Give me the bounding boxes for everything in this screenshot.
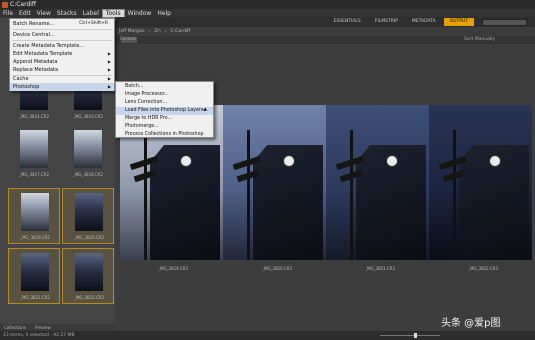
menu-stacks[interactable]: Stacks: [54, 9, 80, 18]
menu-item-device-central[interactable]: Device Central...: [10, 31, 114, 39]
submenu-item-lens-correction[interactable]: Lens Correction...: [116, 99, 213, 107]
submenu-item-photomerge[interactable]: Photomerge...: [116, 123, 213, 131]
preview-caption: _MG_3821.CR2: [365, 266, 396, 271]
search-input[interactable]: [482, 18, 527, 26]
thumbnail-caption: _MG_3816.CR2: [72, 114, 104, 119]
menu-item-create-metadata-template[interactable]: Create Metadata Template...: [10, 42, 114, 50]
menu-view[interactable]: View: [34, 9, 54, 18]
tab-preview[interactable]: Preview: [31, 325, 55, 330]
thumbnail-caption: _MG_3820.CR2: [73, 235, 105, 240]
submenu-item-process-collections[interactable]: Process Collections in Photoshop: [116, 131, 213, 139]
submenu-arrow-icon: ▶: [107, 67, 111, 72]
window-title: C:Cardiff: [10, 1, 37, 8]
thumbnail-image: [75, 193, 103, 231]
workspace-output-tab[interactable]: OUTPUT: [443, 18, 474, 26]
preview-photo[interactable]: [223, 105, 326, 260]
breadcrumb-3[interactable]: C:Cardiff: [171, 29, 191, 34]
signpost-shape: [144, 130, 147, 260]
thumbnail-image: [74, 130, 102, 168]
thumbnail-caption: _MG_3819.CR2: [19, 235, 51, 240]
signpost-shape: [350, 130, 353, 260]
clock-shape: [386, 155, 398, 167]
thumbnail-caption: _MG_3821.CR2: [19, 295, 51, 300]
thumbnail-image: [75, 253, 103, 291]
menu-edit[interactable]: Edit: [16, 9, 34, 18]
photoshop-submenu: Batch... Image Processor... Lens Correct…: [115, 81, 214, 138]
workspace-filmstrip-tab[interactable]: FILMSTRIP: [369, 18, 404, 26]
clock-shape: [180, 155, 192, 167]
preview-caption: _MG_3820.CR2: [262, 266, 293, 271]
sort-dropdown[interactable]: Sort Manually: [464, 37, 495, 42]
menu-item-append-metadata[interactable]: Append Metadata ▶: [10, 58, 114, 66]
submenu-item-merge-to-hdr[interactable]: Merge to HDR Pro...: [116, 115, 213, 123]
thumbnail[interactable]: _MG_3818.CR2: [62, 126, 114, 182]
menu-separator: [12, 29, 112, 30]
bridge-app-icon: [2, 2, 8, 8]
preview-caption: _MG_3819.CR2: [158, 266, 189, 271]
submenu-arrow-icon: ▶: [107, 51, 111, 56]
menu-separator: [12, 40, 112, 41]
menu-item-cache[interactable]: Cache ▶: [10, 75, 114, 83]
signpost-shape: [453, 130, 456, 260]
preview-caption: _MG_3822.CR2: [468, 266, 499, 271]
submenu-item-image-processor[interactable]: Image Processor...: [116, 91, 213, 99]
breadcrumb-1[interactable]: Jeff Morgan: [119, 29, 145, 34]
workspace-metadata-tab[interactable]: METADATA: [406, 18, 442, 26]
thumbnail-size-slider[interactable]: [380, 335, 440, 336]
menu-item-batch-rename[interactable]: Batch Rename... Ctrl+Shift+R: [10, 20, 114, 28]
thumbnail[interactable]: _MG_3822.CR2: [62, 248, 114, 304]
menu-item-photoshop[interactable]: Photoshop ▶: [10, 83, 114, 91]
preview-photo[interactable]: [429, 105, 532, 260]
signpost-shape: [247, 130, 250, 260]
thumbnail-image: [21, 253, 49, 291]
tab-collections[interactable]: Collections: [0, 325, 30, 330]
workspace-essentials-tab[interactable]: ESSENTIALS: [327, 18, 366, 26]
menu-file[interactable]: File: [0, 9, 16, 18]
slider-handle[interactable]: [414, 333, 417, 338]
status-text: 13 items, 4 selected - 92.27 MB: [3, 333, 75, 338]
menu-label[interactable]: Label: [80, 9, 102, 18]
status-bar: 13 items, 4 selected - 92.27 MB: [0, 331, 535, 340]
thumbnail[interactable]: _MG_3820.CR2: [62, 188, 114, 244]
clock-shape: [489, 155, 501, 167]
watermark: 头条 @爱p图: [441, 318, 501, 329]
path-bar: Jeff Morgan › D:\ › C:Cardiff: [115, 27, 535, 36]
thumbnail-caption: _MG_3818.CR2: [72, 172, 104, 177]
shortcut-label: Ctrl+Shift+R: [79, 21, 108, 26]
thumbnail-caption: _MG_3822.CR2: [73, 295, 105, 300]
breadcrumb-2[interactable]: D:\: [154, 29, 161, 34]
submenu-item-load-files-into-layers[interactable]: Load Files into Photoshop Layers...: [116, 107, 213, 115]
thumbnail[interactable]: _MG_3817.CR2: [8, 126, 60, 182]
filter-bar: Sort Manually: [115, 36, 535, 44]
content-header: Content: [120, 36, 136, 41]
submenu-item-batch[interactable]: Batch...: [116, 83, 213, 91]
breadcrumb-separator-icon: ›: [148, 29, 151, 34]
thumbnail-caption: _MG_3814.CR2: [18, 114, 50, 119]
submenu-arrow-icon: ▶: [107, 59, 111, 64]
thumbnail[interactable]: _MG_3819.CR2: [8, 188, 60, 244]
clock-shape: [283, 155, 295, 167]
menu-item-replace-metadata[interactable]: Replace Metadata ▶: [10, 66, 114, 74]
menu-item-edit-metadata-template[interactable]: Edit Metadata Template ▶: [10, 50, 114, 58]
thumbnail-caption: _MG_3817.CR2: [18, 172, 50, 177]
tools-menu: Batch Rename... Ctrl+Shift+R Device Cent…: [9, 18, 115, 91]
thumbnail[interactable]: _MG_3821.CR2: [8, 248, 60, 304]
preview-photo[interactable]: [326, 105, 429, 260]
submenu-arrow-icon: ▶: [107, 84, 111, 89]
thumbnail-image: [21, 193, 49, 231]
thumbnail-image: [20, 130, 48, 168]
left-panel-tabs: Collections Preview: [0, 324, 115, 331]
workspace-toolbar: ESSENTIALS FILMSTRIP METADATA OUTPUT: [115, 17, 535, 27]
breadcrumb-separator-icon: ›: [164, 29, 167, 34]
submenu-arrow-icon: ▶: [107, 76, 111, 81]
